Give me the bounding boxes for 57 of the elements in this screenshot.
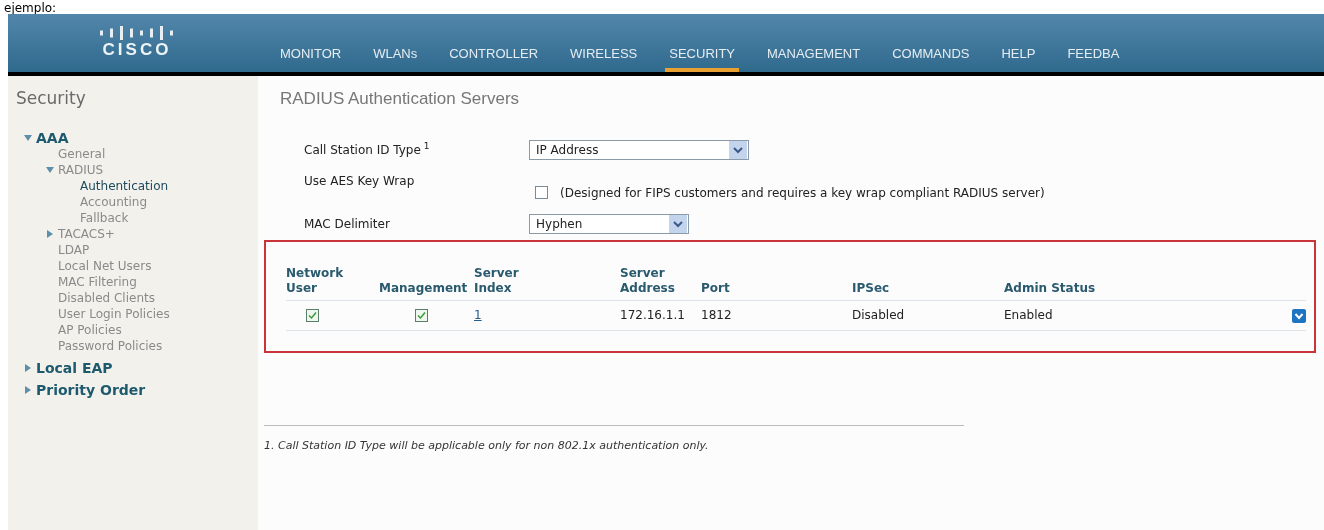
column-header: Admin Status bbox=[1004, 280, 1097, 296]
sidebar-item[interactable]: User Login Policies bbox=[58, 305, 170, 322]
nav-tab[interactable]: MONITOR bbox=[276, 43, 346, 72]
dropdown[interactable]: IP Address bbox=[529, 139, 749, 160]
nav-tab[interactable]: FEEDBA bbox=[1063, 43, 1124, 72]
expanded-arrow-icon[interactable] bbox=[46, 165, 54, 174]
caption: ejemplo: bbox=[4, 1, 57, 15]
collapsed-arrow-icon[interactable] bbox=[24, 363, 32, 372]
table-cell: Enabled bbox=[1004, 308, 1053, 322]
nav-tab[interactable]: COMMANDS bbox=[888, 43, 974, 72]
checkbox[interactable] bbox=[535, 186, 548, 199]
sidebar-item[interactable]: Authentication bbox=[80, 177, 169, 194]
column-header: IPSec bbox=[852, 280, 891, 296]
expanded-arrow-icon[interactable] bbox=[24, 133, 32, 142]
field-label: Call Station ID Type $^{1}$ bbox=[304, 140, 431, 159]
column-header: Server Address bbox=[620, 265, 676, 296]
field-label: MAC Delimiter bbox=[304, 215, 391, 233]
dropdown[interactable]: Hyphen bbox=[529, 213, 689, 234]
sidebar-item[interactable]: RADIUS bbox=[58, 161, 104, 178]
sidebar-item[interactable]: TACACS+ bbox=[58, 225, 115, 242]
table-cell: 172.16.1.1 bbox=[620, 308, 685, 322]
chevron-down-icon bbox=[729, 140, 747, 159]
sidebar-item[interactable]: Password Policies bbox=[58, 337, 163, 354]
sidebar-item[interactable]: LDAP bbox=[58, 241, 90, 258]
checkbox[interactable] bbox=[415, 309, 428, 322]
nav-tab[interactable]: WIRELESS bbox=[566, 43, 642, 72]
nav-tab[interactable]: HELP bbox=[997, 43, 1040, 72]
table-cell: 1812 bbox=[701, 308, 732, 322]
nav-tab[interactable]: WLANs bbox=[369, 43, 422, 72]
sidebar-item[interactable]: AAA bbox=[36, 129, 69, 146]
logo: CISCO bbox=[102, 40, 172, 60]
sidebar-item[interactable]: Accounting bbox=[80, 193, 147, 210]
chevron-down-icon bbox=[669, 214, 687, 233]
column-header: Network User bbox=[286, 265, 345, 296]
collapsed-arrow-icon[interactable] bbox=[24, 385, 32, 394]
page-title: RADIUS Authentication Servers bbox=[279, 88, 521, 110]
sidebar-item[interactable]: General bbox=[58, 145, 106, 162]
field-label: Use AES Key Wrap bbox=[304, 172, 416, 190]
table-cell: Disabled bbox=[852, 308, 905, 322]
footnote: 1. Call Station ID Type will be applicable only for non 802.1x authentication only. bbox=[264, 438, 709, 452]
checkbox[interactable] bbox=[306, 309, 319, 322]
sidebar-item[interactable]: Fallback bbox=[80, 209, 129, 226]
sidebar-title: Security bbox=[16, 87, 87, 110]
server-index-link[interactable]: 1 bbox=[474, 308, 482, 322]
sidebar-item[interactable]: Disabled Clients bbox=[58, 289, 155, 306]
nav-tab[interactable]: CONTROLLER bbox=[445, 43, 543, 72]
collapsed-arrow-icon[interactable] bbox=[46, 229, 54, 238]
sidebar-item[interactable]: Local Net Users bbox=[58, 257, 152, 274]
nav-tab[interactable]: MANAGEMENT bbox=[763, 43, 865, 72]
sidebar-item[interactable]: Priority Order bbox=[36, 381, 146, 398]
sidebar-item[interactable]: AP Policies bbox=[58, 321, 122, 338]
sidebar-item[interactable]: MAC Filtering bbox=[58, 273, 137, 290]
column-header: Port bbox=[701, 280, 731, 296]
column-header: Management bbox=[379, 280, 469, 296]
checkbox-note: (Designed for FIPS customers and requires a key wrap compliant RADIUS server) bbox=[560, 184, 1045, 202]
sidebar-item[interactable]: Local EAP bbox=[36, 359, 113, 376]
column-header: Server Index bbox=[474, 265, 520, 296]
